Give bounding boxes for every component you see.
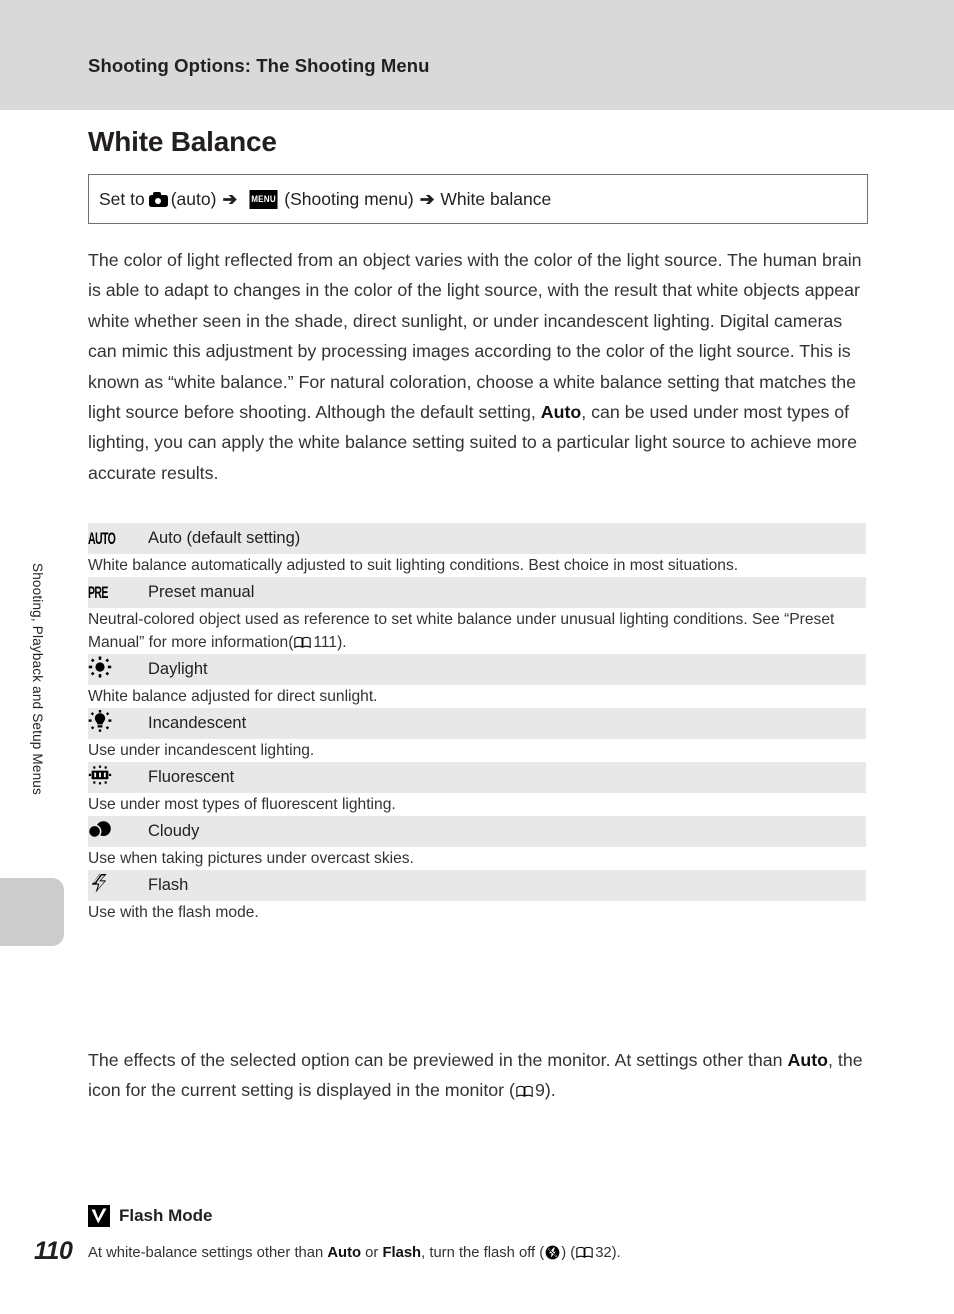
option-icon-cell (88, 708, 148, 739)
option-label: Preset manual (148, 583, 255, 601)
option-icon-cell (88, 762, 148, 793)
closing-paragraph: The effects of the selected option can b… (88, 1045, 878, 1106)
closing-text-part3: ). (544, 1080, 556, 1101)
arrow-right-icon-2: ➔ (419, 188, 435, 209)
incandescent-bulb-icon (88, 710, 112, 732)
option-description: Use with the flash mode. (88, 904, 259, 921)
desc-text-part2: ). (337, 634, 347, 651)
table-row-description: Use with the flash mode. (88, 901, 866, 924)
menu-button-icon: MENU (249, 189, 278, 209)
note-text-part2: , turn the flash off ( (421, 1245, 545, 1261)
menu-path-box: Set to (auto) ➔ MENU (Shooting menu) ➔ W… (88, 174, 868, 224)
table-row-description: White balance automatically adjusted to … (88, 554, 866, 577)
table-row: Cloudy (87, 816, 866, 847)
menu-path-shooting-menu-text: (Shooting menu) (284, 188, 414, 209)
book-reference-icon (294, 636, 312, 649)
note-title: Flash Mode (119, 1206, 213, 1225)
sun-icon (88, 656, 112, 678)
option-description: Use when taking pictures under overcast … (88, 850, 414, 867)
option-label: Auto (default setting) (148, 529, 301, 547)
note-text-part3: ) ( (561, 1245, 576, 1261)
chapter-tab-marker (0, 878, 64, 946)
table-row: Incandescent (88, 708, 866, 739)
caution-check-icon (88, 1205, 110, 1227)
option-icon-cell (87, 816, 148, 847)
menu-path-target: White balance (440, 188, 552, 209)
fluorescent-tube-icon (88, 765, 112, 785)
desc-page-ref: 111 (313, 634, 338, 651)
book-reference-icon (516, 1086, 533, 1098)
table-row: AUTO Auto (default setting) (88, 523, 866, 554)
note-text-part4: ). (611, 1245, 621, 1261)
breadcrumb: Shooting Options: The Shooting Menu (88, 55, 430, 76)
chapter-vertical-label: Shooting, Playback and Setup Menus (30, 563, 45, 795)
option-label: Incandescent (148, 714, 247, 732)
arrow-right-icon-1: ➔ (222, 188, 238, 209)
option-description: Neutral-colored object used as reference… (88, 608, 866, 654)
table-row-description: Use under most types of fluorescent ligh… (88, 793, 866, 816)
table-row: Daylight (88, 654, 866, 685)
cloud-icon (87, 820, 111, 838)
page-number: 110 (34, 1237, 73, 1265)
table-row-description: Neutral-colored object used as reference… (88, 608, 866, 654)
closing-bold-auto: Auto (787, 1050, 829, 1070)
option-icon-cell: PRE (88, 577, 148, 608)
table-row: PRE Preset manual (88, 577, 866, 608)
white-balance-options-table: AUTO Auto (default setting) White balanc… (87, 523, 866, 924)
menu-path-auto-text: (auto) (170, 188, 217, 209)
note-page-ref: 32 (595, 1245, 612, 1261)
option-label: Fluorescent (148, 768, 235, 786)
table-row-description: Use under incandescent lighting. (88, 739, 866, 762)
intro-paragraph: The color of light reflected from an obj… (88, 245, 870, 488)
intro-bold-auto: Auto (540, 402, 582, 423)
table-row-description: White balance adjusted for direct sunlig… (88, 685, 866, 708)
note-text-mid: or (361, 1245, 383, 1261)
option-description: Use under most types of fluorescent ligh… (88, 796, 396, 813)
option-description: Use under incandescent lighting. (88, 742, 315, 759)
note-text-part1: At white-balance settings other than (88, 1245, 328, 1261)
camera-icon (148, 191, 168, 207)
preset-text-icon: PRE (88, 582, 108, 602)
flash-off-icon (545, 1245, 560, 1260)
option-icon-cell: AUTO (88, 523, 148, 554)
table-row-description: Use when taking pictures under overcast … (88, 847, 866, 870)
option-icon-cell (88, 870, 148, 901)
note-body: At white-balance settings other than Aut… (88, 1243, 868, 1264)
menu-path-prefix: Set to (99, 188, 145, 209)
page-title: White Balance (88, 126, 277, 157)
option-description: White balance automatically adjusted to … (88, 557, 739, 574)
table-row: Fluorescent (88, 762, 866, 793)
desc-text-part1: Neutral-colored object used as reference… (88, 611, 835, 651)
closing-page-ref: 9 (534, 1080, 545, 1101)
note-bold-flash: Flash (382, 1245, 422, 1261)
option-label: Cloudy (148, 822, 200, 840)
closing-text-part1: The effects of the selected option can b… (88, 1050, 788, 1070)
intro-text-part1: The color of light reflected from an obj… (88, 250, 862, 423)
option-description: White balance adjusted for direct sunlig… (88, 688, 378, 705)
table-row: Flash (88, 870, 866, 901)
book-reference-icon (576, 1246, 593, 1259)
note-bold-auto: Auto (327, 1245, 362, 1261)
note-header: Flash Mode (88, 1205, 213, 1227)
flash-bolt-icon (91, 873, 107, 893)
option-label: Flash (148, 876, 189, 894)
option-icon-cell (88, 654, 148, 685)
option-label: Daylight (148, 660, 208, 678)
auto-text-icon: AUTO (88, 528, 116, 548)
